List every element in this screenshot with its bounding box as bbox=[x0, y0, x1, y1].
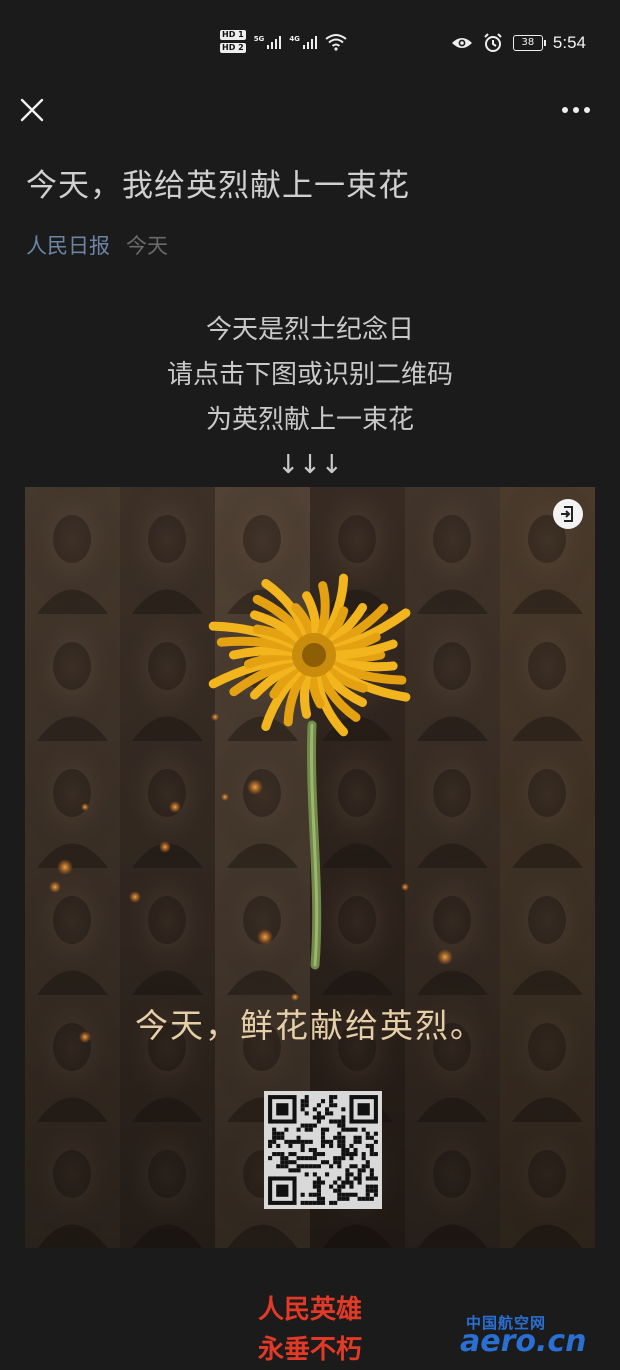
publish-date: 今天 bbox=[126, 234, 168, 258]
more-options-icon[interactable] bbox=[560, 100, 592, 120]
intro-line-2: 请点击下图或识别二维码 bbox=[166, 360, 453, 390]
poster-caption: 今天，鲜花献给英烈。 bbox=[135, 1006, 485, 1045]
down-arrows: ↓↓↓ bbox=[277, 450, 343, 480]
nav-bar bbox=[0, 90, 620, 130]
account-name-link[interactable]: 人民日报 bbox=[26, 230, 110, 260]
hd-icons: HD 1 HD 2 bbox=[220, 30, 246, 53]
hd2-icon: HD 2 bbox=[220, 43, 246, 53]
memorial-poster-image[interactable]: 今天，鲜花献给英烈。 bbox=[25, 487, 595, 1248]
qr-code[interactable] bbox=[264, 1091, 382, 1209]
signal-5g-icon: 5G bbox=[254, 35, 282, 49]
network-indicators: HD 1 HD 2 5G 4G bbox=[220, 30, 347, 53]
hd1-icon: HD 1 bbox=[220, 30, 246, 40]
alarm-icon bbox=[484, 33, 502, 52]
intro-line-1: 今天是烈士纪念日 bbox=[205, 315, 414, 345]
watermark-en: aero.cn bbox=[460, 1324, 587, 1359]
wifi-icon bbox=[325, 33, 347, 51]
intro-text: 今天是烈士纪念日 请点击下图或识别二维码 为英烈献上一束花 ↓↓↓ bbox=[0, 308, 620, 488]
eye-comfort-icon bbox=[451, 38, 472, 48]
intro-line-3: 为英烈献上一束花 bbox=[205, 405, 414, 435]
signal-4g-icon: 4G bbox=[289, 35, 317, 49]
aero-cn-watermark-logo: 中国航空网 aero.cn bbox=[460, 1312, 610, 1364]
article-title: 今天，我给英烈献上一束花 bbox=[26, 168, 410, 204]
status-bar: HD 1 HD 2 5G 4G 38 5:54 bbox=[0, 0, 620, 90]
system-indicators: 38 5:54 bbox=[451, 33, 586, 53]
exit-icon[interactable] bbox=[553, 499, 583, 529]
close-icon[interactable] bbox=[20, 98, 44, 122]
battery-icon: 38 bbox=[512, 35, 546, 51]
clock: 5:54 bbox=[552, 33, 586, 52]
article-meta: 人民日报 今天 bbox=[26, 230, 168, 260]
